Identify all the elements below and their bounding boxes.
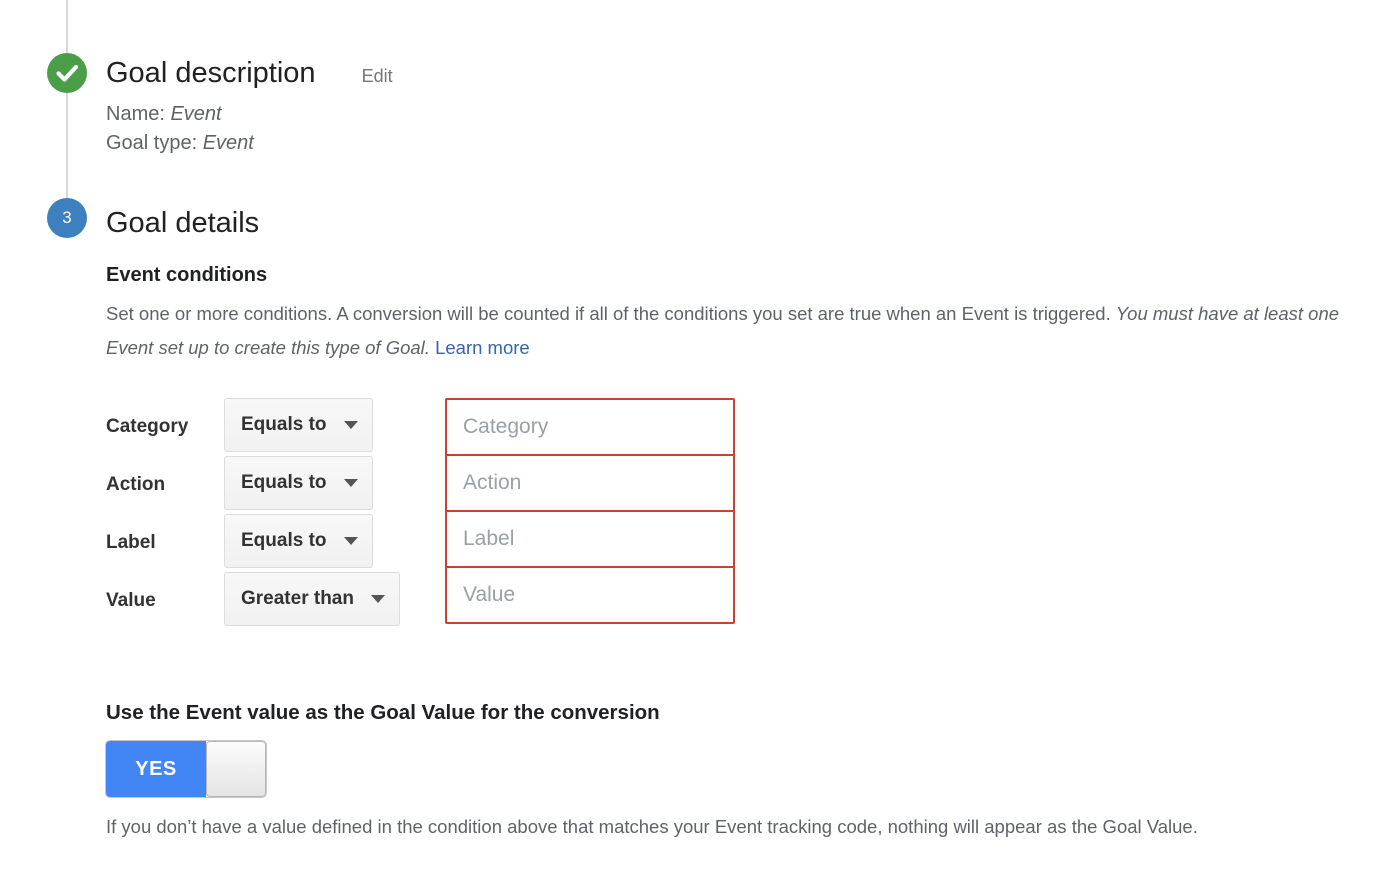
operator-select-wrap-label: Equals to xyxy=(224,514,379,568)
condition-row-label: Label Equals to xyxy=(106,514,379,572)
goal-description-header: Goal description Edit xyxy=(106,54,1346,92)
operator-select-wrap-action: Equals to xyxy=(224,456,379,510)
goal-type-label: Goal type: xyxy=(106,132,203,154)
operator-select-category-value: Equals to xyxy=(241,414,327,435)
event-value-heading: Use the Event value as the Goal Value fo… xyxy=(106,701,660,724)
goal-name-label: Name: xyxy=(106,103,171,125)
step-current-marker: 3 xyxy=(47,198,87,238)
event-conditions-subheading: Event conditions xyxy=(106,264,268,286)
check-circle-icon xyxy=(56,64,79,82)
learn-more-link[interactable]: Learn more xyxy=(435,337,530,358)
goal-description-summary: Name: Event Goal type: Event xyxy=(106,100,1346,158)
event-conditions-helper-text: Set one or more conditions. A conversion… xyxy=(106,297,1352,365)
operator-select-value-value: Greater than xyxy=(241,588,354,609)
condition-row-value: Value Greater than xyxy=(106,572,400,630)
condition-label-action: Action xyxy=(106,474,166,495)
conditions-inputs-column xyxy=(445,398,735,624)
step-completed-marker xyxy=(47,53,87,93)
event-conditions-form: Category Equals to Action Equals to Labe… xyxy=(106,398,735,630)
goal-name-row: Name: Event xyxy=(106,100,1346,129)
operator-select-action-value: Equals to xyxy=(241,472,327,493)
goal-type-row: Goal type: Event xyxy=(106,129,1346,158)
condition-label-category: Category xyxy=(106,416,189,437)
condition-row-category: Category Equals to xyxy=(106,398,379,456)
conditions-body: Category Equals to Action Equals to Labe… xyxy=(106,398,735,630)
event-value-toggle-on-label: YES xyxy=(106,741,206,797)
condition-input-action[interactable] xyxy=(445,454,735,512)
edit-goal-description-link[interactable]: Edit xyxy=(362,66,393,87)
operator-select-label-value: Equals to xyxy=(241,530,327,551)
operator-select-label[interactable]: Equals to xyxy=(224,514,373,568)
chevron-down-icon xyxy=(343,421,358,429)
condition-input-label[interactable] xyxy=(445,510,735,568)
goal-description-title: Goal description xyxy=(106,57,316,89)
event-value-toggle[interactable]: YES xyxy=(106,741,266,797)
goal-details-title: Goal details xyxy=(106,207,260,239)
event-value-section: Use the Event value as the Goal Value fo… xyxy=(106,700,1356,845)
operator-select-value[interactable]: Greater than xyxy=(224,572,400,626)
goal-description-section: Goal description Edit Name: Event Goal t… xyxy=(106,54,1346,158)
goal-details-section: Goal details Event conditions Set one or… xyxy=(106,204,1356,365)
condition-input-category[interactable] xyxy=(445,398,735,456)
goal-name-value: Event xyxy=(170,103,222,125)
chevron-down-icon xyxy=(343,537,358,545)
step-number: 3 xyxy=(62,208,72,227)
condition-label-value: Value xyxy=(106,590,156,611)
operator-select-action[interactable]: Equals to xyxy=(224,456,373,510)
chevron-down-icon xyxy=(343,479,358,487)
condition-row-action: Action Equals to xyxy=(106,456,379,514)
helper-plain-text: Set one or more conditions. A conversion… xyxy=(106,303,1116,324)
goal-type-value: Event xyxy=(202,132,254,154)
condition-label-label: Label xyxy=(106,532,156,553)
conditions-labels-and-operators: Category Equals to Action Equals to Labe… xyxy=(106,398,400,630)
operator-select-wrap-category: Equals to xyxy=(224,398,379,452)
event-value-note: If you don’t have a value defined in the… xyxy=(106,816,1198,837)
condition-input-value[interactable] xyxy=(445,566,735,624)
operator-select-wrap-value: Greater than xyxy=(224,572,400,626)
chevron-down-icon xyxy=(370,595,385,603)
event-value-toggle-knob xyxy=(206,741,266,797)
operator-select-category[interactable]: Equals to xyxy=(224,398,373,452)
